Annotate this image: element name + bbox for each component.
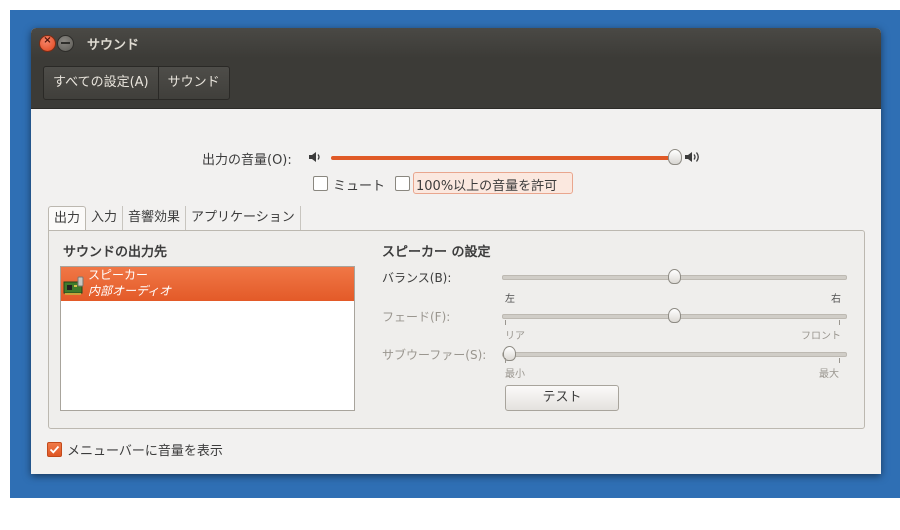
mute-checkbox[interactable] bbox=[313, 176, 328, 191]
checkmark-icon bbox=[49, 445, 60, 454]
fade-front-label: フロント bbox=[801, 331, 841, 342]
minimize-window-button[interactable] bbox=[57, 35, 74, 52]
tab-bar: 出力 入力 音響効果 アプリケーション bbox=[48, 206, 301, 232]
mute-label: ミュート bbox=[333, 179, 386, 194]
device-settings-heading: スピーカー の設定 bbox=[382, 245, 491, 260]
allow-amplify-label: 100%以上の音量を許可 bbox=[416, 179, 558, 194]
breadcrumb-all-settings[interactable]: すべての設定(A) bbox=[44, 67, 159, 99]
subwoofer-tick-left bbox=[505, 358, 506, 363]
breadcrumb-sound[interactable]: サウンド bbox=[159, 67, 229, 99]
balance-slider-handle[interactable] bbox=[668, 269, 681, 284]
tab-sound-effects[interactable]: 音響効果 bbox=[123, 206, 187, 230]
output-volume-slider-handle[interactable] bbox=[668, 149, 682, 165]
tab-input[interactable]: 入力 bbox=[86, 206, 124, 230]
output-volume-label: 出力の音量(O): bbox=[202, 153, 292, 168]
close-icon: × bbox=[43, 35, 52, 46]
output-volume-row: 出力の音量(O): bbox=[31, 146, 881, 168]
tab-applications[interactable]: アプリケーション bbox=[186, 206, 301, 230]
title-bar: × サウンド bbox=[31, 28, 881, 58]
subwoofer-min-label: 最小 bbox=[505, 369, 525, 380]
output-device-list[interactable]: スピーカー 内部オーディオ bbox=[60, 266, 355, 411]
subwoofer-tick-right bbox=[839, 358, 840, 363]
subwoofer-label: サブウーファー(S): bbox=[382, 348, 487, 362]
balance-left-label: 左 bbox=[505, 294, 515, 305]
list-item[interactable]: スピーカー 内部オーディオ bbox=[61, 267, 354, 301]
window-title: サウンド bbox=[87, 38, 140, 53]
fade-slider-handle[interactable] bbox=[668, 308, 681, 323]
output-volume-slider[interactable] bbox=[331, 156, 673, 160]
fade-rear-label: リア bbox=[505, 331, 525, 342]
device-name: スピーカー bbox=[88, 268, 149, 282]
fade-tick-right bbox=[839, 320, 840, 325]
toolbar: すべての設定(A) サウンド bbox=[31, 58, 881, 109]
show-volume-in-menu-label: メニューバーに音量を表示 bbox=[67, 444, 223, 459]
subwoofer-slider[interactable] bbox=[502, 352, 847, 357]
minimize-icon bbox=[61, 42, 70, 44]
close-window-button[interactable]: × bbox=[39, 35, 56, 52]
output-list-heading: サウンドの出力先 bbox=[63, 245, 168, 260]
volume-high-icon bbox=[685, 152, 699, 162]
sound-settings-window: × サウンド すべての設定(A) サウンド 出力の音量(O): ミュート 100… bbox=[31, 28, 881, 474]
device-description: 内部オーディオ bbox=[88, 284, 172, 298]
fade-label: フェード(F): bbox=[382, 310, 451, 324]
volume-low-icon bbox=[309, 152, 320, 162]
tab-output[interactable]: 出力 bbox=[48, 206, 87, 232]
sound-card-icon bbox=[63, 276, 84, 295]
breadcrumb: すべての設定(A) サウンド bbox=[43, 66, 230, 100]
subwoofer-max-label: 最大 bbox=[819, 369, 839, 380]
test-button[interactable]: テスト bbox=[505, 385, 619, 411]
balance-label: バランス(B): bbox=[382, 271, 452, 285]
balance-right-label: 右 bbox=[831, 294, 841, 305]
show-volume-in-menu-checkbox[interactable] bbox=[47, 442, 62, 457]
volume-options-row: ミュート 100%以上の音量を許可 bbox=[31, 173, 881, 195]
fade-tick-left bbox=[505, 320, 506, 325]
allow-amplify-checkbox[interactable] bbox=[395, 176, 410, 191]
